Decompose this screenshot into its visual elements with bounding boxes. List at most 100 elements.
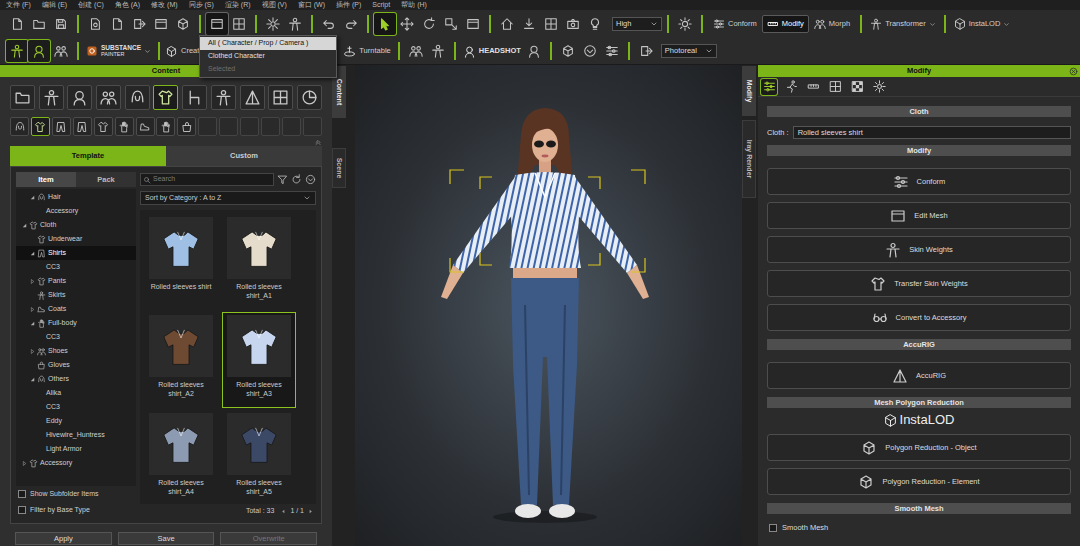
toolbar-button[interactable] bbox=[340, 13, 362, 35]
subcategory-button[interactable] bbox=[177, 117, 196, 136]
toolbar-button[interactable] bbox=[462, 13, 484, 35]
toolbar-button[interactable] bbox=[106, 13, 128, 35]
instalod-button[interactable]: InstaLOD bbox=[951, 15, 1014, 33]
item-card[interactable]: Rolled sleeves shirt_A3 bbox=[222, 312, 296, 408]
tree-item[interactable]: Gloves bbox=[16, 358, 136, 372]
expander-slot[interactable] bbox=[28, 249, 36, 257]
category-button[interactable] bbox=[125, 85, 150, 110]
render-mode-dropdown[interactable]: Photoreal bbox=[661, 44, 717, 58]
tree-item[interactable]: Full-body bbox=[16, 316, 136, 330]
expander-slot[interactable] bbox=[28, 319, 36, 327]
option-row[interactable]: Show Subfolder Items bbox=[16, 486, 136, 502]
toolbar-button[interactable] bbox=[557, 40, 579, 62]
turntable-button[interactable]: Turntable bbox=[341, 45, 392, 58]
modify-button[interactable]: Polygon Reduction - Element bbox=[767, 468, 1071, 495]
toolbar-button[interactable] bbox=[206, 13, 228, 35]
modify-button[interactable]: Transfer Skin Weights bbox=[767, 270, 1071, 297]
menu-option[interactable]: Clothed Character bbox=[200, 50, 336, 63]
filter-button[interactable] bbox=[277, 174, 288, 185]
toolbar-button[interactable] bbox=[540, 13, 562, 35]
subcategory-button[interactable] bbox=[156, 117, 175, 136]
mode-button[interactable]: Morph bbox=[809, 15, 855, 33]
tree-tab[interactable]: Pack bbox=[76, 172, 136, 187]
toolbar-button[interactable] bbox=[128, 13, 150, 35]
modify-tab[interactable] bbox=[827, 79, 843, 95]
menu-item[interactable]: 渲染 (R) bbox=[225, 0, 251, 10]
close-button[interactable] bbox=[1066, 67, 1080, 76]
subcategory-button[interactable] bbox=[73, 117, 92, 136]
modify-button[interactable]: Skin Weights bbox=[767, 236, 1071, 263]
modify-tab[interactable] bbox=[871, 79, 887, 95]
subcategory-button[interactable] bbox=[52, 117, 71, 136]
item-card[interactable]: Rolled sleeves shirt_A2 bbox=[144, 312, 218, 408]
action-button[interactable]: Save bbox=[118, 532, 215, 545]
quality-dropdown[interactable]: High bbox=[612, 17, 662, 31]
tree-item[interactable]: CC3 bbox=[16, 330, 136, 344]
toolbar-button[interactable] bbox=[418, 13, 440, 35]
tree-item[interactable]: Hair bbox=[16, 190, 136, 204]
expander-slot[interactable] bbox=[20, 221, 28, 229]
menu-item[interactable]: 编辑 (E) bbox=[42, 0, 67, 10]
search-input[interactable] bbox=[153, 174, 271, 185]
toolbar-button[interactable] bbox=[6, 13, 28, 35]
toolbar-button[interactable] bbox=[50, 40, 72, 62]
tree-item[interactable]: Accessory bbox=[16, 204, 136, 218]
refresh-button[interactable] bbox=[291, 174, 302, 185]
subcategory-button[interactable] bbox=[10, 117, 29, 136]
toolbar-button[interactable] bbox=[562, 13, 584, 35]
expander-slot[interactable] bbox=[28, 277, 36, 285]
tree-item[interactable]: Coats bbox=[16, 302, 136, 316]
expander-slot[interactable] bbox=[20, 459, 28, 467]
next-page-button[interactable] bbox=[307, 508, 314, 515]
menu-item[interactable]: 文件 (F) bbox=[6, 0, 31, 10]
toolbar-button[interactable] bbox=[28, 13, 50, 35]
subcategory-button[interactable] bbox=[136, 117, 155, 136]
toolbar-button[interactable] bbox=[405, 40, 427, 62]
item-card[interactable]: Rolled sleeves shirt_A5 bbox=[222, 410, 296, 504]
mode-button[interactable]: Modify bbox=[762, 15, 809, 33]
menu-item[interactable]: 同步 (S) bbox=[189, 0, 214, 10]
category-button[interactable] bbox=[10, 85, 35, 110]
checkbox[interactable] bbox=[18, 506, 26, 514]
toolbar-button[interactable] bbox=[84, 13, 106, 35]
menu-item[interactable]: 创建 (C) bbox=[78, 0, 104, 10]
prev-page-button[interactable] bbox=[280, 508, 287, 515]
viewport[interactable] bbox=[355, 65, 742, 546]
checkbox[interactable] bbox=[769, 524, 777, 532]
tree-tab[interactable]: Item bbox=[16, 172, 76, 187]
toolbar-button[interactable] bbox=[262, 13, 284, 35]
search-field[interactable] bbox=[140, 173, 274, 186]
modify-button[interactable]: Polygon Reduction - Object bbox=[767, 434, 1071, 461]
side-tab[interactable]: Iray Render bbox=[742, 120, 756, 198]
menu-item[interactable]: 帮助 (H) bbox=[401, 0, 427, 10]
toolbar-button[interactable] bbox=[172, 13, 194, 35]
content-tab[interactable]: Custom bbox=[166, 146, 322, 166]
side-tab[interactable]: Scene bbox=[332, 148, 346, 188]
toolbar-button[interactable] bbox=[674, 13, 696, 35]
toolbar-button[interactable] bbox=[50, 13, 72, 35]
menu-item[interactable]: 插件 (P) bbox=[336, 0, 361, 10]
toolbar-button[interactable] bbox=[284, 13, 306, 35]
subcategory-button[interactable] bbox=[94, 117, 113, 136]
modify-button[interactable]: Convert to Accessory bbox=[767, 304, 1071, 331]
options-button[interactable] bbox=[305, 174, 316, 185]
category-button[interactable] bbox=[39, 85, 64, 110]
category-button[interactable] bbox=[268, 85, 293, 110]
modify-tab[interactable] bbox=[849, 79, 865, 95]
expander-slot[interactable] bbox=[28, 193, 36, 201]
content-tab[interactable]: Template bbox=[10, 146, 166, 166]
item-card[interactable]: Rolled sleeves shirt_A1 bbox=[222, 214, 296, 310]
expander-slot[interactable] bbox=[28, 375, 36, 383]
tree-item[interactable]: Shoes bbox=[16, 344, 136, 358]
checkbox[interactable] bbox=[18, 490, 26, 498]
option-row[interactable]: Filter by Base Type bbox=[16, 502, 136, 518]
tree-item[interactable]: Skirts bbox=[16, 288, 136, 302]
toolbar-button[interactable] bbox=[440, 13, 462, 35]
toolbar-button[interactable] bbox=[396, 13, 418, 35]
tree-item[interactable]: Others bbox=[16, 372, 136, 386]
menu-item[interactable]: 视图 (V) bbox=[262, 0, 287, 10]
toolbar-button[interactable] bbox=[601, 40, 623, 62]
item-card[interactable]: Rolled sleeves shirt bbox=[144, 214, 218, 310]
tree-item[interactable]: Eddy bbox=[16, 414, 136, 428]
menu-option[interactable]: All ( Character / Prop / Camera ) bbox=[200, 37, 336, 50]
